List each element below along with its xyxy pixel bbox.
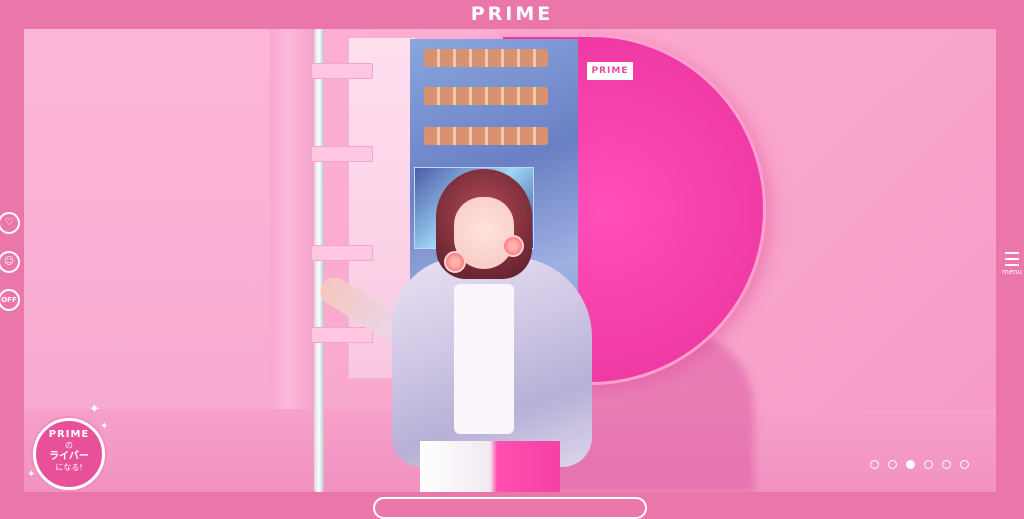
page-frame: PRIME PRIME ♡ ☺ OFF menu PRIME の ライバー にな…: [0, 0, 1024, 519]
cup-row: [424, 49, 548, 67]
slide-pagination: [870, 460, 980, 472]
hero-slide: PRIME: [24, 29, 996, 492]
earring: [444, 251, 466, 273]
favorite-button[interactable]: ♡: [0, 212, 20, 234]
earring: [502, 235, 524, 257]
slide-dot-2[interactable]: [888, 460, 897, 469]
sound-toggle-button[interactable]: OFF: [0, 289, 20, 311]
sound-toggle-label: OFF: [1, 296, 17, 304]
model-shirt: [454, 284, 514, 434]
badge-particle: の: [65, 441, 73, 450]
badge-liver: ライバー: [49, 451, 89, 462]
menu-button[interactable]: menu: [1001, 252, 1023, 276]
sparkle-icon: ✦: [27, 469, 36, 480]
cup-row: [424, 87, 548, 105]
slide-dot-6[interactable]: [960, 460, 969, 469]
sparkle-icon: ✦: [100, 421, 109, 432]
bottom-cta-bar[interactable]: [373, 497, 647, 519]
site-logo[interactable]: PRIME: [0, 3, 1024, 25]
character-button[interactable]: ☺: [0, 251, 20, 273]
slide-dot-4[interactable]: [924, 460, 933, 469]
pole-clip: [311, 327, 373, 343]
panel-tag: PRIME: [587, 62, 633, 80]
menu-label: menu: [1002, 268, 1022, 276]
slide-dot-3[interactable]: [906, 460, 915, 469]
hamburger-icon: [1005, 252, 1019, 266]
slide-dot-5[interactable]: [942, 460, 951, 469]
heart-icon: ♡: [4, 217, 14, 228]
badge-become: になる!: [55, 463, 83, 472]
cup-row: [424, 127, 548, 145]
slide-dot-1[interactable]: [870, 460, 879, 469]
pole-clip: [311, 245, 373, 261]
face-icon: ☺: [3, 256, 15, 267]
pole-clip: [311, 63, 373, 79]
badge-title: PRIME: [48, 429, 90, 440]
become-liver-badge[interactable]: PRIME の ライバー になる!: [33, 418, 105, 490]
model-pants: [420, 441, 560, 492]
sparkle-icon: ✦: [89, 402, 100, 417]
pole-clip: [311, 146, 373, 162]
